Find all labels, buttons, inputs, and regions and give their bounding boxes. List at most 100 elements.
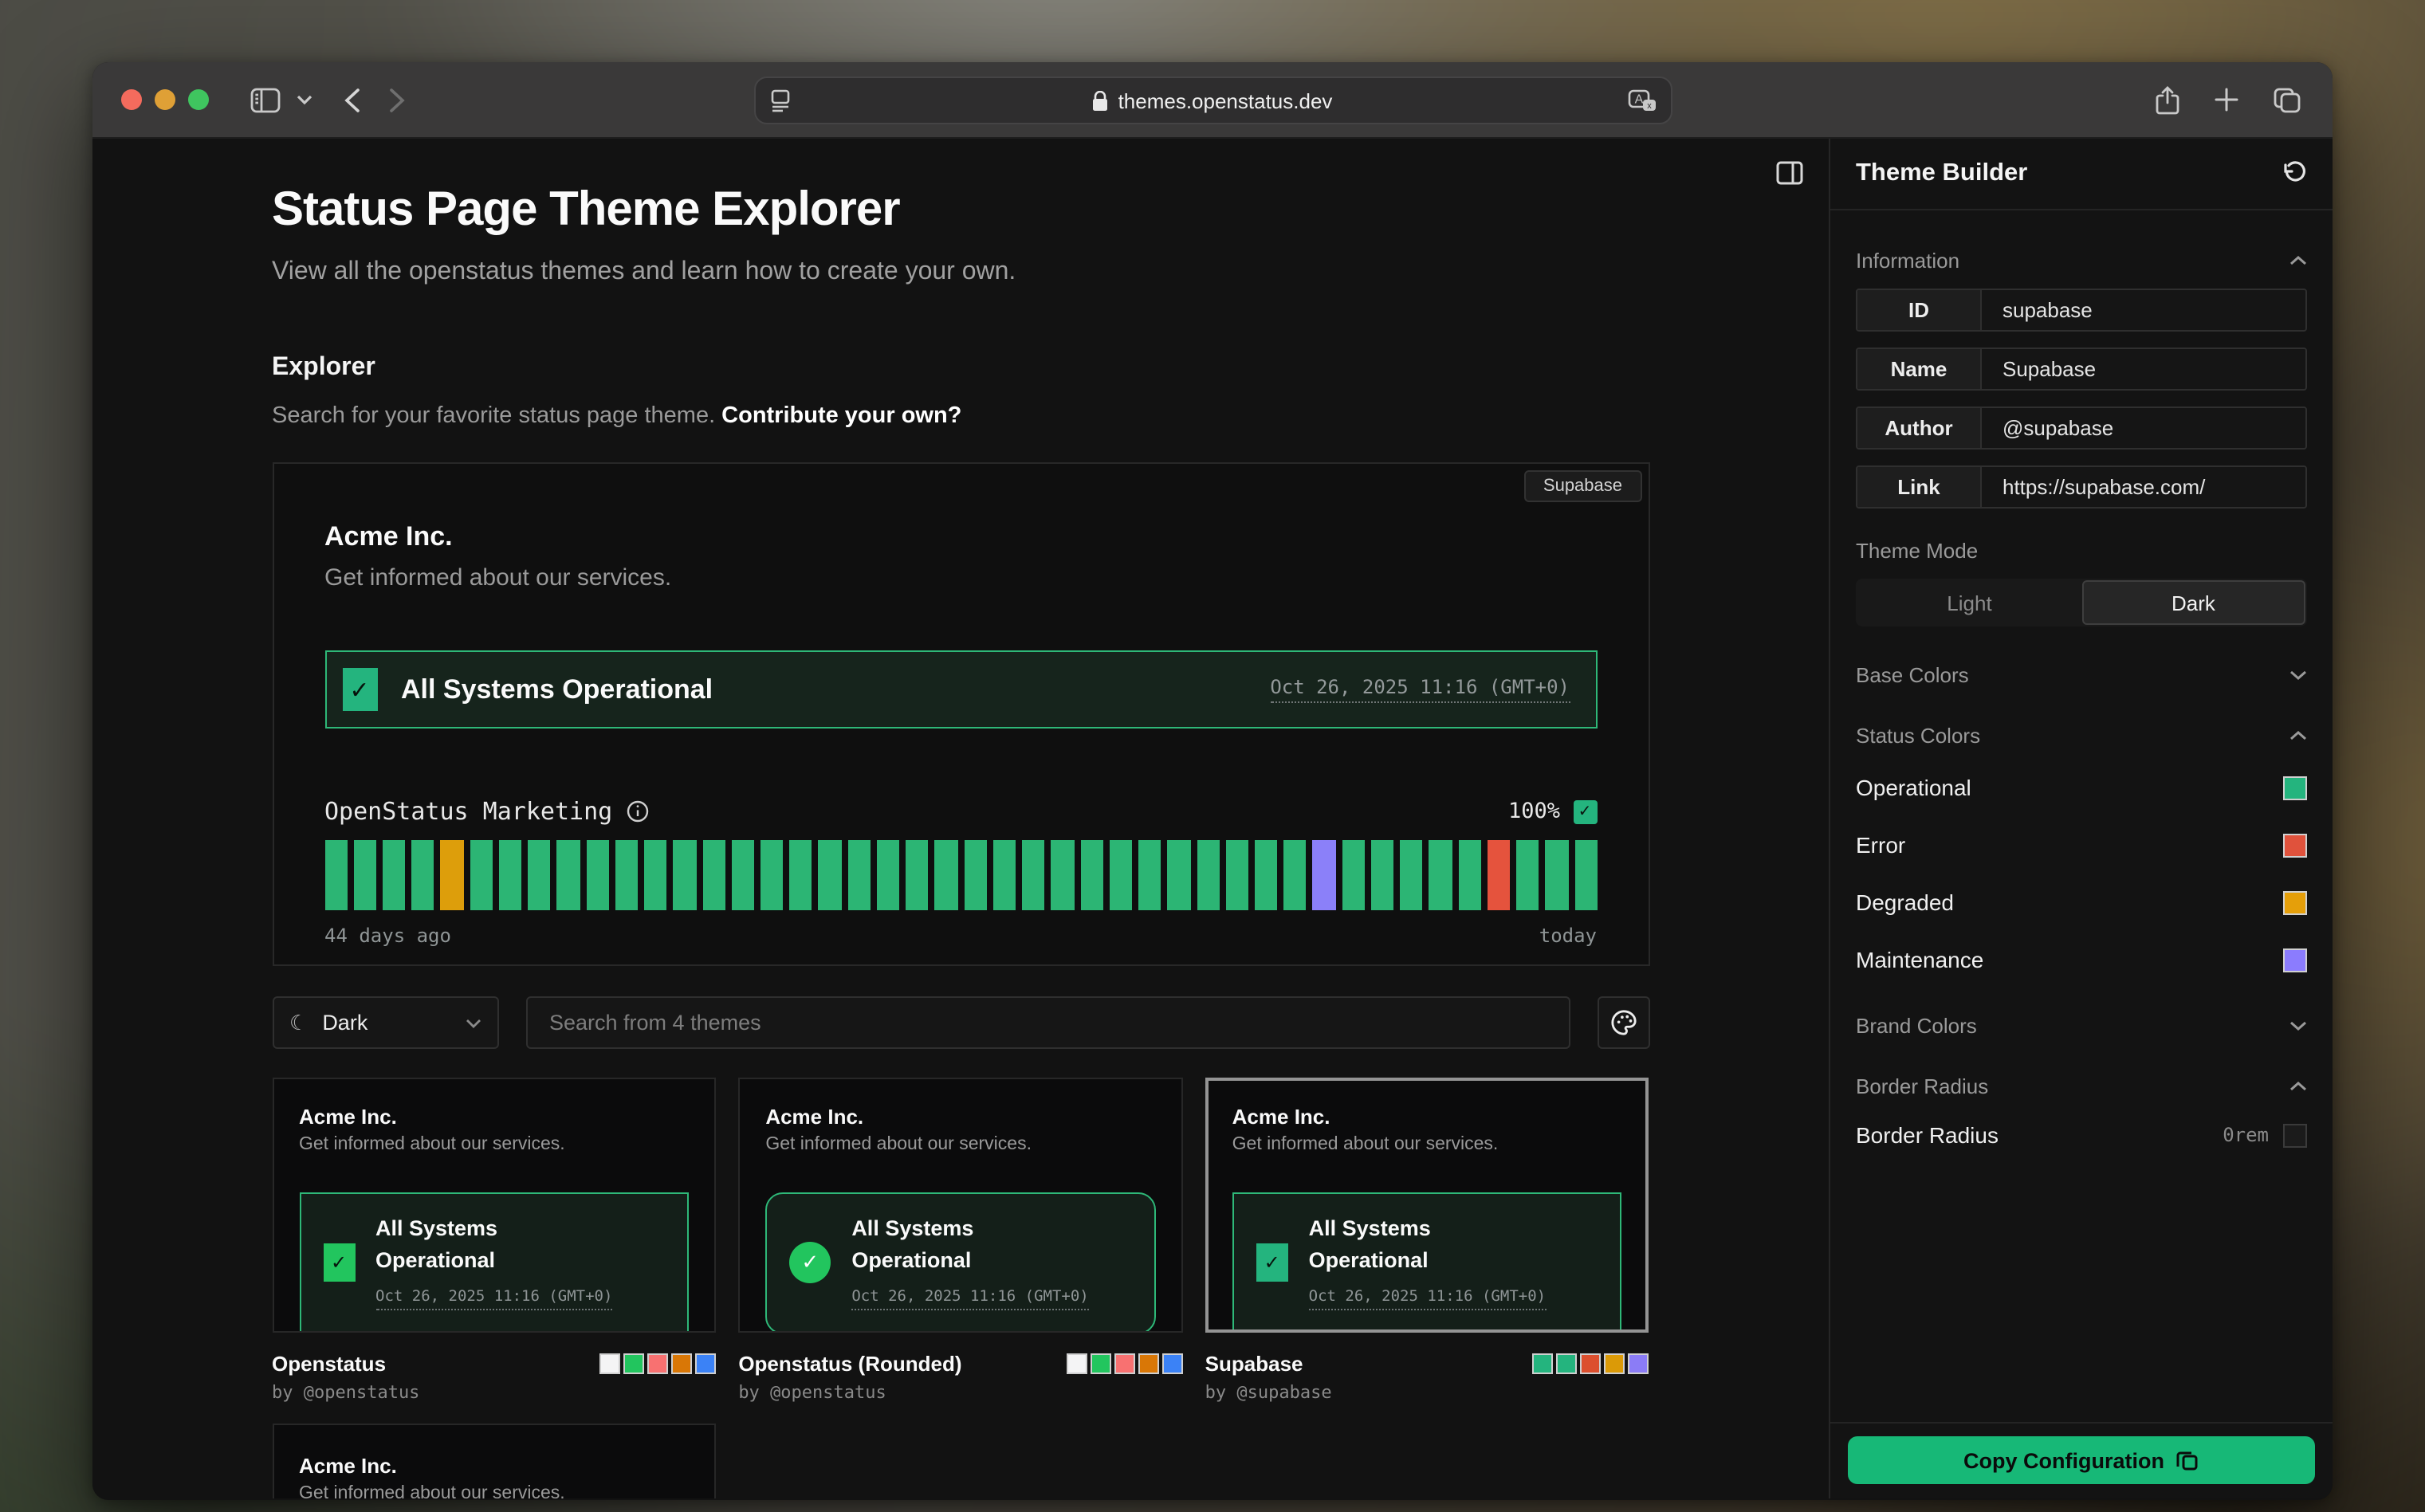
chevron-down-icon: [2289, 1020, 2307, 1031]
share-icon[interactable]: [2156, 85, 2179, 114]
field-name[interactable]: Name Supabase: [1856, 348, 2307, 391]
tab-overview-icon[interactable]: [2274, 87, 2301, 112]
uptime-bar-operational[interactable]: [1400, 840, 1422, 910]
uptime-bar-operational[interactable]: [470, 840, 492, 910]
uptime-bar-operational[interactable]: [1022, 840, 1044, 910]
uptime-bar-operational[interactable]: [586, 840, 608, 910]
field-author[interactable]: Author @supabase: [1856, 406, 2307, 450]
theme-card-openstatus[interactable]: Acme Inc. Get informed about our service…: [272, 1078, 716, 1403]
uptime-check-icon: ✓: [1573, 799, 1597, 823]
close-window-button[interactable]: [121, 89, 142, 110]
theme-mode-dark[interactable]: Dark: [2081, 580, 2305, 625]
uptime-bar-operational[interactable]: [324, 840, 347, 910]
uptime-bar-operational[interactable]: [847, 840, 870, 910]
color-swatch: [1557, 1353, 1578, 1374]
sidebar-chevron-down-icon[interactable]: [297, 94, 312, 105]
chevron-up-icon: [2289, 730, 2307, 741]
border-radius-input[interactable]: [2283, 1123, 2307, 1147]
uptime-bar-operational[interactable]: [1516, 840, 1539, 910]
uptime-bar-operational[interactable]: [353, 840, 375, 910]
uptime-bar-operational[interactable]: [906, 840, 928, 910]
uptime-bar-operational[interactable]: [674, 840, 696, 910]
toggle-theme-panel-icon[interactable]: [1776, 161, 1803, 185]
uptime-bar-operational[interactable]: [790, 840, 812, 910]
uptime-bar-operational[interactable]: [1080, 840, 1102, 910]
address-bar[interactable]: themes.openstatus.dev A x: [753, 77, 1672, 124]
status-check-icon: ✓: [1256, 1243, 1288, 1281]
uptime-bar-operational[interactable]: [557, 840, 580, 910]
uptime-bar-operational[interactable]: [1168, 840, 1190, 910]
theme-card-partial[interactable]: Acme Inc. Get informed about our service…: [272, 1424, 715, 1498]
uptime-bar-operational[interactable]: [964, 840, 986, 910]
uptime-bar-operational[interactable]: [877, 840, 899, 910]
uptime-bar-operational[interactable]: [935, 840, 957, 910]
color-swatch: [695, 1353, 716, 1374]
theme-mode-light[interactable]: Light: [1857, 580, 2081, 625]
uptime-bar-operational[interactable]: [732, 840, 754, 910]
field-link[interactable]: Link https://supabase.com/: [1856, 465, 2307, 509]
status-check-icon: ✓: [789, 1241, 831, 1282]
reset-icon[interactable]: [2282, 161, 2307, 187]
section-base-colors[interactable]: Base Colors: [1856, 663, 2307, 687]
section-brand-colors[interactable]: Brand Colors: [1856, 1014, 2307, 1038]
uptime-bar-operational[interactable]: [383, 840, 405, 910]
forward-button[interactable]: [389, 87, 405, 112]
uptime-bars[interactable]: [324, 840, 1597, 910]
uptime-bar-operational[interactable]: [644, 840, 666, 910]
copy-configuration-button[interactable]: Copy Configuration: [1848, 1436, 2315, 1484]
color-swatch[interactable]: [2283, 948, 2307, 972]
section-border-radius[interactable]: Border Radius: [1856, 1074, 2307, 1098]
uptime-bar-operational[interactable]: [993, 840, 1016, 910]
uptime-bar-operational[interactable]: [1371, 840, 1393, 910]
color-swatch[interactable]: [2283, 833, 2307, 857]
contribute-link[interactable]: Contribute your own?: [721, 403, 961, 429]
lock-icon: [1093, 90, 1109, 111]
uptime-bar-operational[interactable]: [528, 840, 550, 910]
section-status-colors[interactable]: Status Colors: [1856, 724, 2307, 748]
uptime-bar-operational[interactable]: [1197, 840, 1219, 910]
uptime-bar-degraded[interactable]: [441, 840, 463, 910]
theme-mode-label: Theme Mode: [1856, 539, 2307, 563]
uptime-bar-operational[interactable]: [1051, 840, 1074, 910]
uptime-bar-maintenance[interactable]: [1313, 840, 1335, 910]
color-swatch[interactable]: [2283, 776, 2307, 799]
range-end-label: today: [1539, 925, 1597, 947]
search-input[interactable]: [525, 996, 1570, 1049]
uptime-bar-operational[interactable]: [1110, 840, 1132, 910]
theme-card-openstatus-rounded[interactable]: Acme Inc. Get informed about our service…: [738, 1078, 1182, 1403]
theme-mode-dropdown[interactable]: ☾ Dark: [272, 996, 498, 1049]
uptime-bar-operational[interactable]: [702, 840, 725, 910]
new-tab-icon[interactable]: [2215, 88, 2238, 112]
uptime-bar-operational[interactable]: [819, 840, 841, 910]
uptime-bar-operational[interactable]: [1342, 840, 1364, 910]
uptime-bar-operational[interactable]: [615, 840, 638, 910]
status-banner-title: All Systems Operational: [401, 674, 713, 705]
color-swatch[interactable]: [2283, 890, 2307, 914]
uptime-bar-operational[interactable]: [1283, 840, 1306, 910]
uptime-bar-operational[interactable]: [1255, 840, 1277, 910]
uptime-bar-operational[interactable]: [1226, 840, 1248, 910]
back-button[interactable]: [344, 87, 360, 112]
page-content: Status Page Theme Explorer View all the …: [92, 139, 1829, 1498]
uptime-bar-operational[interactable]: [761, 840, 783, 910]
minimize-window-button[interactable]: [155, 89, 175, 110]
uptime-bar-operational[interactable]: [1546, 840, 1568, 910]
moon-icon: ☾: [289, 1010, 308, 1035]
uptime-bar-operational[interactable]: [1138, 840, 1161, 910]
uptime-bar-operational[interactable]: [1458, 840, 1480, 910]
uptime-bar-operational[interactable]: [1429, 840, 1452, 910]
uptime-bar-operational[interactable]: [1574, 840, 1597, 910]
uptime-bar-error[interactable]: [1488, 840, 1510, 910]
zoom-window-button[interactable]: [188, 89, 209, 110]
palette-button[interactable]: [1597, 996, 1649, 1049]
uptime-bar-operational[interactable]: [499, 840, 521, 910]
mini-status-banner: ✓ All Systems Operational Oct 26, 2025 1…: [299, 1192, 689, 1333]
theme-author: by @openstatus: [272, 1382, 419, 1403]
theme-card-supabase[interactable]: Acme Inc. Get informed about our service…: [1205, 1078, 1649, 1403]
info-icon[interactable]: [627, 800, 649, 823]
field-id[interactable]: ID supabase: [1856, 289, 2307, 332]
status-color-maintenance: Maintenance: [1856, 942, 2307, 977]
uptime-bar-operational[interactable]: [411, 840, 434, 910]
section-information[interactable]: Information: [1856, 249, 2307, 273]
toggle-sidebar-icon[interactable]: [250, 87, 281, 112]
